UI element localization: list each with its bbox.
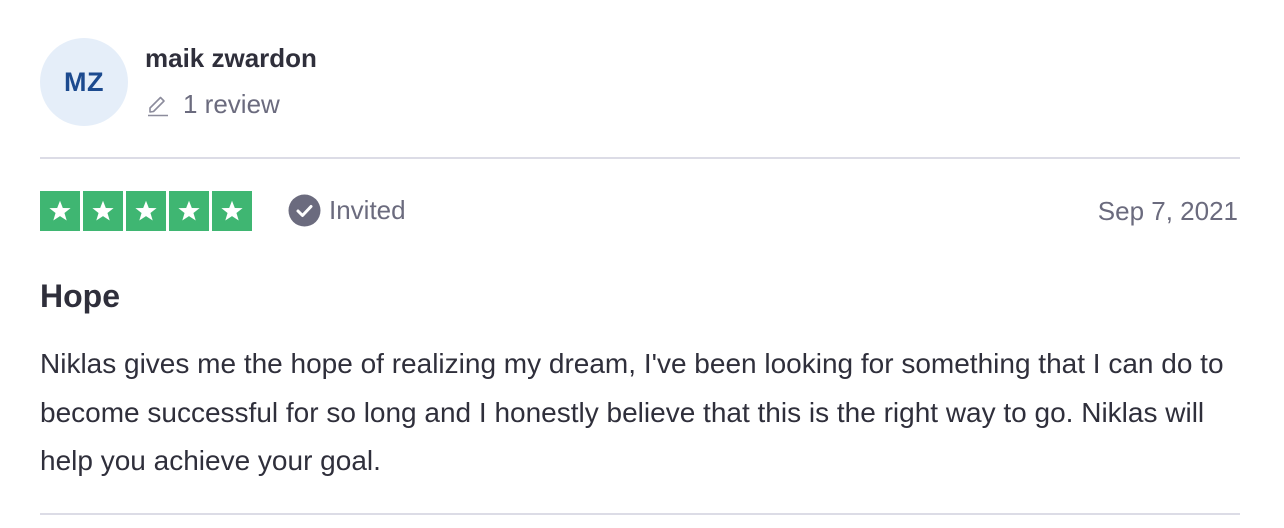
review-body: Niklas gives me the hope of realizing my… — [40, 348, 1224, 476]
reviewer-name[interactable]: maik zwardon — [145, 42, 317, 74]
avatar[interactable]: MZ — [40, 38, 128, 126]
reviewer-info: maik zwardon 1 review — [145, 38, 317, 120]
star-box — [40, 191, 80, 231]
divider — [40, 513, 1240, 515]
review-card: MZ maik zwardon 1 review Invited Sep 7, … — [40, 0, 1240, 528]
reviewer-header: MZ maik zwardon 1 review — [40, 38, 317, 128]
star-rating — [40, 191, 252, 231]
star-icon — [178, 200, 200, 221]
avatar-initials: MZ — [64, 66, 104, 97]
invited-label: Invited — [329, 195, 406, 225]
star-icon — [221, 200, 243, 221]
review-meta: Invited Sep 7, 2021 — [40, 191, 1240, 233]
star-box — [83, 191, 123, 231]
star-icon — [92, 200, 114, 221]
invited-badge[interactable]: Invited — [288, 194, 406, 227]
star-box — [126, 191, 166, 231]
divider — [40, 157, 1240, 159]
star-box — [212, 191, 252, 231]
star-icon — [135, 200, 157, 221]
review-title[interactable]: Hope — [40, 276, 120, 316]
star-box — [169, 191, 209, 231]
review-count-label: 1 review — [183, 89, 280, 119]
review-date: Sep 7, 2021 — [1097, 196, 1238, 226]
star-icon — [49, 200, 71, 221]
review-count: 1 review — [145, 88, 317, 120]
check-circle-icon — [288, 194, 321, 227]
pencil-icon — [148, 96, 168, 117]
